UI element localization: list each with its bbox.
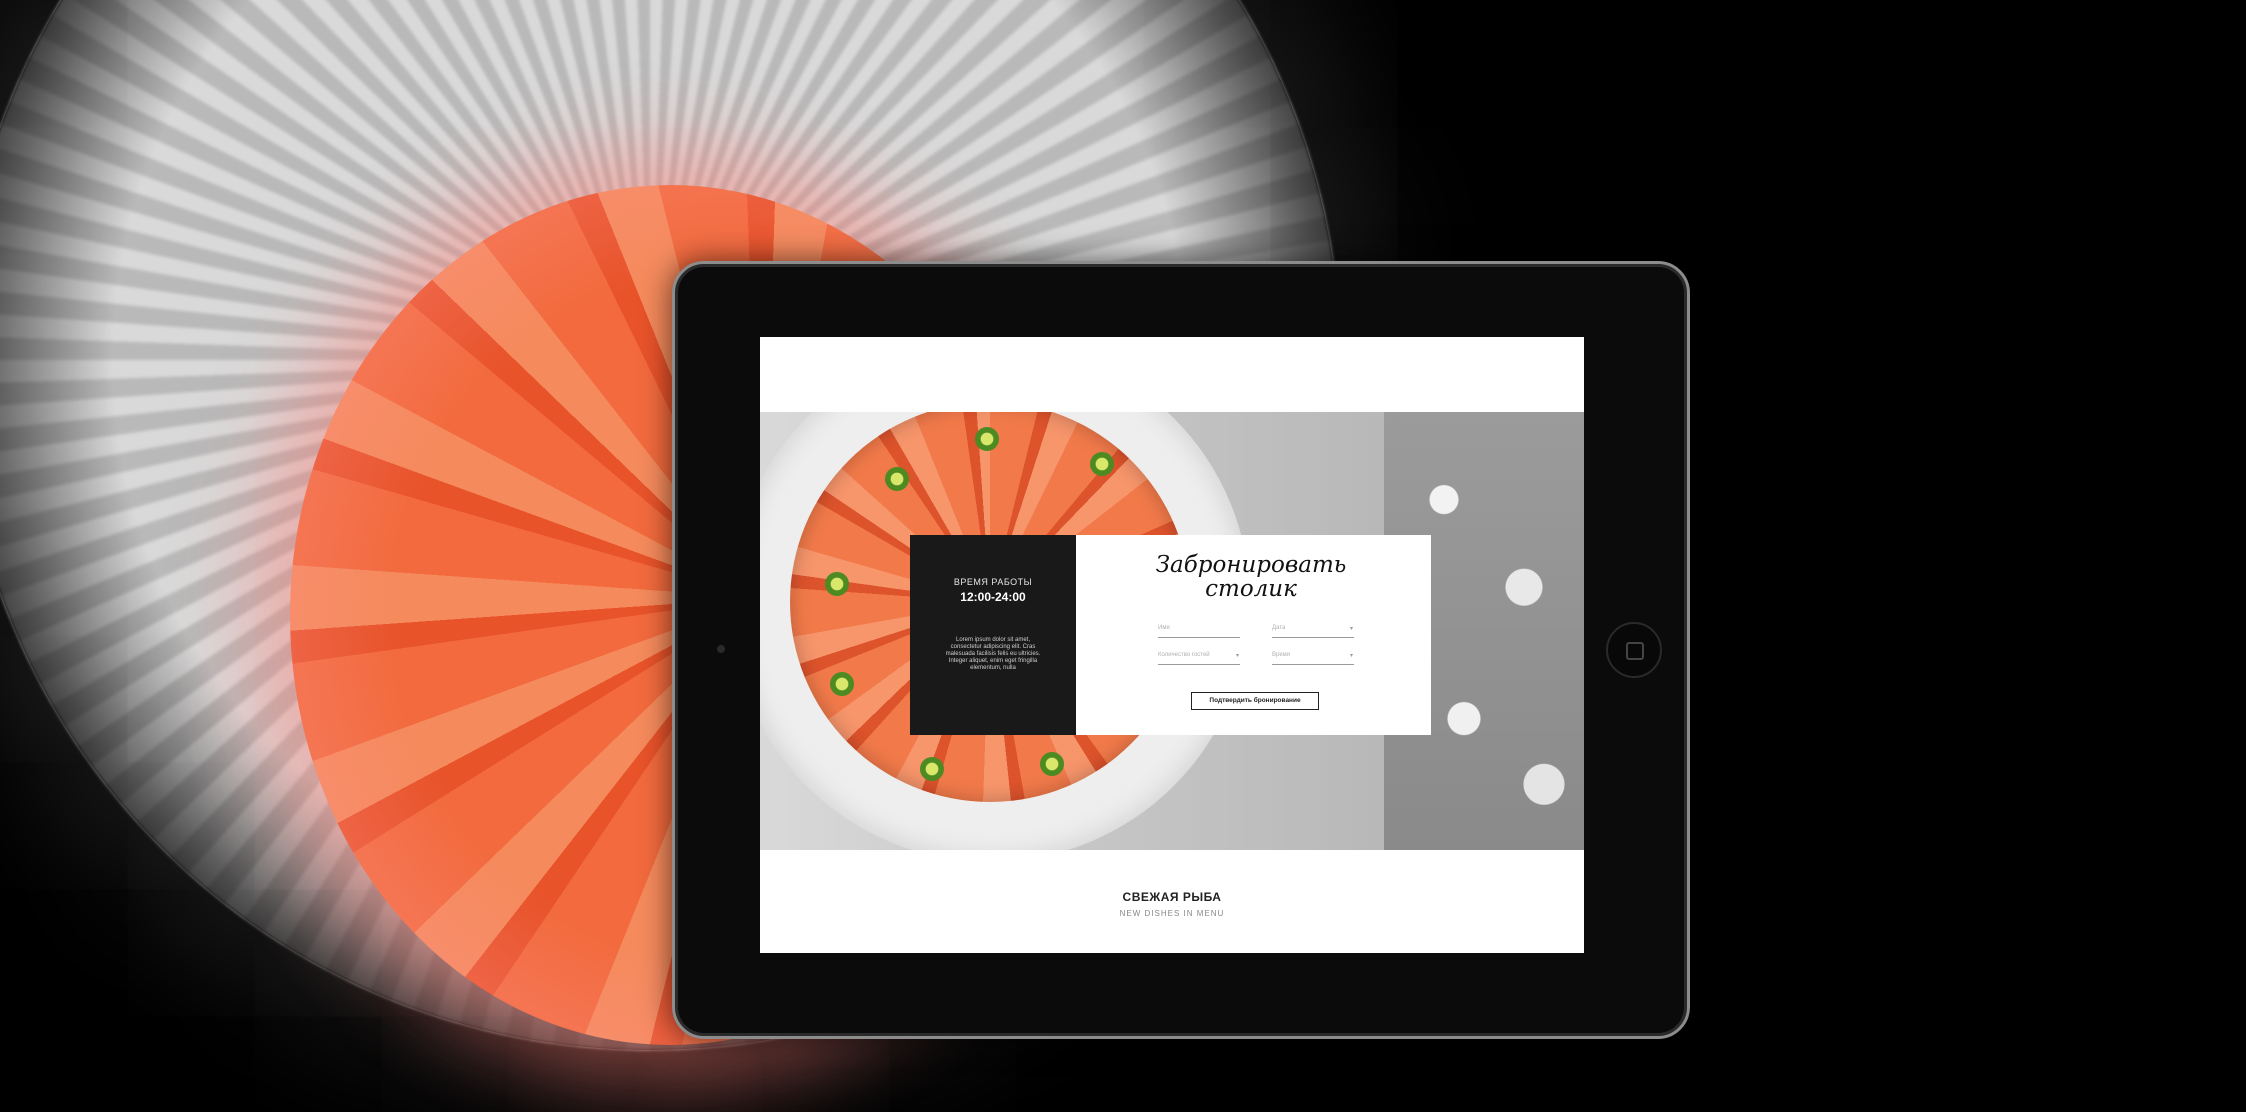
time-field[interactable]: Время ▾ xyxy=(1272,650,1354,665)
hero-image: ВРЕМЯ РАБОТЫ 12:00-24:00 Lorem ipsum dol… xyxy=(760,412,1584,850)
hours-value: 12:00-24:00 xyxy=(960,590,1026,604)
hours-panel: ВРЕМЯ РАБОТЫ 12:00-24:00 Lorem ipsum dol… xyxy=(910,535,1076,735)
jalapeno-slice-icon xyxy=(1090,452,1114,476)
section-title: СВЕЖАЯ РЫБА xyxy=(1122,890,1222,904)
jalapeno-slice-icon xyxy=(1040,752,1064,776)
jalapeno-slice-icon xyxy=(885,467,909,491)
camera-icon xyxy=(717,645,725,653)
chevron-down-icon: ▾ xyxy=(1235,653,1239,659)
hours-description: Lorem ipsum dolor sit amet, consectetur … xyxy=(945,637,1041,671)
chevron-down-icon: ▾ xyxy=(1349,626,1353,632)
name-field[interactable]: Имя xyxy=(1158,623,1240,638)
time-field-placeholder: Время xyxy=(1272,652,1291,658)
jalapeno-slice-icon xyxy=(830,672,854,696)
section-subtitle: NEW DISHES IN MENU xyxy=(1119,909,1225,918)
home-button-icon[interactable] xyxy=(1606,622,1662,678)
confirm-booking-button[interactable]: Подтвердить бронирование xyxy=(1191,692,1319,710)
chevron-down-icon: ▾ xyxy=(1349,653,1353,659)
booking-title: Забронировать столик xyxy=(1136,553,1366,601)
ipad-screen: ВРЕМЯ РАБОТЫ 12:00-24:00 Lorem ipsum dol… xyxy=(760,337,1584,953)
jalapeno-slice-icon xyxy=(975,427,999,451)
date-field[interactable]: Дата ▾ xyxy=(1272,623,1354,638)
booking-title-line2: столик xyxy=(1205,576,1297,602)
guests-field[interactable]: Количество гостей ▾ xyxy=(1158,650,1240,665)
hours-title: ВРЕМЯ РАБОТЫ xyxy=(953,577,1033,587)
booking-title-line1: Забронировать xyxy=(1155,552,1347,578)
guests-field-placeholder: Количество гостей xyxy=(1158,652,1210,658)
date-field-placeholder: Дата xyxy=(1272,625,1286,631)
jalapeno-slice-icon xyxy=(920,757,944,781)
booking-panel: ВРЕМЯ РАБОТЫ 12:00-24:00 Lorem ipsum dol… xyxy=(910,535,1431,735)
name-field-placeholder: Имя xyxy=(1158,625,1170,631)
booking-form: Забронировать столик Имя Дата ▾ Количест… xyxy=(1076,535,1431,735)
jalapeno-slice-icon xyxy=(825,572,849,596)
